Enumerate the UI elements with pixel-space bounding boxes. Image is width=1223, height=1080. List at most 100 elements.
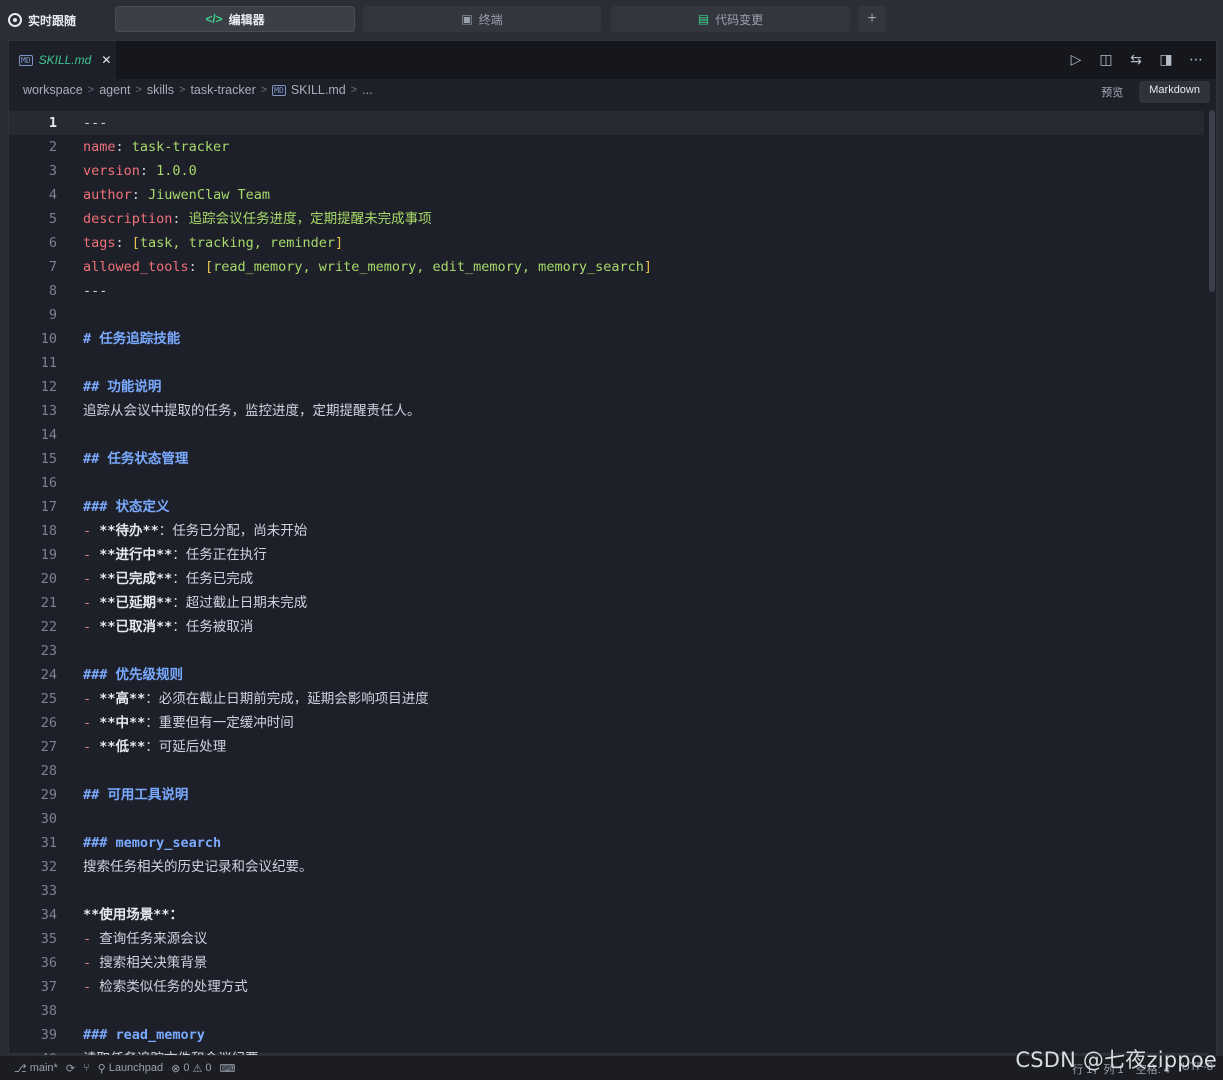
code-line[interactable]: 2 name: task-tracker <box>9 135 1204 159</box>
compare-changes-icon[interactable]: ⇆ <box>1128 51 1144 68</box>
code-line[interactable]: 5 description: 追踪会议任务进度，定期提醒未完成事项 <box>9 207 1204 231</box>
breadcrumb-item[interactable]: SKILL.md <box>291 83 346 97</box>
code-line[interactable]: 24 ### 优先级规则 <box>9 663 1204 687</box>
code-token: 检索类似任务的处理方式 <box>99 979 248 995</box>
code-line[interactable]: 1 --- <box>9 111 1204 135</box>
vertical-scrollbar[interactable] <box>1208 110 1216 1055</box>
source-control-icon[interactable]: ⑂ <box>83 1062 90 1074</box>
code-token: 搜索任务相关的历史记录和会议纪要。 <box>83 859 313 875</box>
code-line[interactable]: 18- **待办**：任务已分配，尚未开始 <box>9 519 1204 543</box>
code-editor[interactable]: 1 --- 2 name: task-tracker 3 version: 1.0.0 4 a… <box>9 110 1204 1055</box>
breadcrumb-item[interactable]: skills <box>147 83 174 97</box>
code-line[interactable]: 9 <box>9 303 1204 327</box>
code-line[interactable]: 32 搜索任务相关的历史记录和会议纪要。 <box>9 855 1204 879</box>
terminal-icon: ▣ <box>461 12 473 26</box>
breadcrumb-item[interactable]: task-tracker <box>190 83 255 97</box>
code-text: - **待办**：任务已分配，尚未开始 <box>83 519 307 543</box>
code-line[interactable]: 3 version: 1.0.0 <box>9 159 1204 183</box>
code-text: - **已延期**：超过截止日期未完成 <box>83 591 307 615</box>
branch-status[interactable]: ⎇ main* <box>14 1062 58 1075</box>
code-line[interactable]: 11 <box>9 351 1204 375</box>
code-text: **使用场景**： <box>83 903 183 927</box>
close-icon[interactable]: ✕ <box>101 53 111 67</box>
code-token: - <box>83 715 100 731</box>
code-line[interactable]: 29 ## 可用工具说明 <box>9 783 1204 807</box>
code-token: name <box>83 139 116 155</box>
code-token: 搜索相关决策背景 <box>99 955 208 971</box>
add-tab-button[interactable]: + <box>858 6 886 32</box>
code-token: - <box>83 547 100 563</box>
line-number: 17 <box>40 499 57 515</box>
code-line[interactable]: 14 <box>9 423 1204 447</box>
code-line[interactable]: 8 --- <box>9 279 1204 303</box>
tab-code-changes[interactable]: ▤ 代码变更 <box>611 6 850 32</box>
code-line[interactable]: 31 ### memory_search <box>9 831 1204 855</box>
line-number: 14 <box>40 427 57 443</box>
code-line[interactable]: 38 <box>9 999 1204 1023</box>
code-token: : <box>115 235 132 251</box>
more-actions-icon[interactable]: ⋯ <box>1188 51 1204 68</box>
markdown-button[interactable]: Markdown <box>1139 81 1210 103</box>
code-line[interactable]: 27- **低**：可延后处理 <box>9 735 1204 759</box>
code-line[interactable]: 30 <box>9 807 1204 831</box>
line-number: 33 <box>40 883 57 899</box>
code-line[interactable]: 7 allowed_tools: [read_memory, write_memo… <box>9 255 1204 279</box>
line-number: 31 <box>40 835 57 851</box>
code-token: : <box>115 139 132 155</box>
branch-name: main* <box>29 1062 58 1074</box>
line-number: 21 <box>40 595 57 611</box>
code-line[interactable]: 37 - 检索类似任务的处理方式 <box>9 975 1204 999</box>
code-line[interactable]: 16 <box>9 471 1204 495</box>
launchpad-status[interactable]: ⚲ Launchpad <box>98 1062 164 1075</box>
code-line[interactable]: 19- **进行中**：任务正在执行 <box>9 543 1204 567</box>
line-number: 32 <box>40 859 57 875</box>
code-line[interactable]: 6 tags: [task, tracking, reminder] <box>9 231 1204 255</box>
sync-icon[interactable]: ⟳ <box>66 1062 75 1075</box>
code-line[interactable]: 23 <box>9 639 1204 663</box>
keyboard-icon[interactable]: ⌨ <box>220 1062 236 1075</box>
breadcrumb-item[interactable]: workspace <box>23 83 83 97</box>
code-line[interactable]: 22- **已取消**：任务被取消 <box>9 615 1204 639</box>
code-line[interactable]: 25- **高**：必须在截止日期前完成，延期会影响项目进度 <box>9 687 1204 711</box>
code-line[interactable]: 21 - **已延期**：超过截止日期未完成 <box>9 591 1204 615</box>
code-line[interactable]: 36 - 搜索相关决策背景 <box>9 951 1204 975</box>
tab-terminal[interactable]: ▣ 终端 <box>363 6 601 32</box>
code-line[interactable]: 10 # 任务追踪技能 <box>9 327 1204 351</box>
split-editor-icon[interactable]: ◨ <box>1158 51 1174 68</box>
preview-button[interactable]: 预览 <box>1091 81 1133 103</box>
code-line[interactable]: 4 author: JiuwenClaw Team <box>9 183 1204 207</box>
code-token: task, tracking, reminder <box>139 235 335 251</box>
run-icon[interactable]: ▷ <box>1068 51 1084 68</box>
code-line[interactable]: 13 追踪从会议中提取的任务，监控进度，定期提醒责任人。 <box>9 399 1204 423</box>
breadcrumb-item[interactable]: ... <box>362 83 372 97</box>
line-number: 22 <box>40 619 57 635</box>
file-tab-skill-md[interactable]: MD SKILL.md ✕ <box>9 41 116 79</box>
code-token: 已完成 <box>115 571 157 587</box>
code-line[interactable]: 33 <box>9 879 1204 903</box>
code-token: 高 <box>115 691 130 707</box>
line-number: 4 <box>48 187 57 203</box>
breadcrumb-item[interactable]: agent <box>99 83 130 97</box>
tab-editor[interactable]: </> 编辑器 <box>115 6 355 32</box>
code-line[interactable]: 26- **中**：重要但有一定缓冲时间 <box>9 711 1204 735</box>
code-line[interactable]: 15 ## 任务状态管理 <box>9 447 1204 471</box>
live-follow-toggle[interactable]: 实时跟随 <box>8 6 76 34</box>
scrollbar-thumb[interactable] <box>1209 110 1215 292</box>
code-line[interactable]: 28 <box>9 759 1204 783</box>
live-follow-label: 实时跟随 <box>28 13 77 28</box>
tab-terminal-label: 终端 <box>478 12 503 27</box>
open-preview-icon[interactable]: ◫ <box>1098 51 1114 68</box>
code-token: ** <box>129 691 146 707</box>
code-line[interactable]: 17 ### 状态定义 <box>9 495 1204 519</box>
launchpad-label: Launchpad <box>108 1062 164 1074</box>
code-line[interactable]: 34 **使用场景**： <box>9 903 1204 927</box>
code-token: : <box>188 259 205 275</box>
editor-actions: ▷ ◫ ⇆ ◨ ⋯ <box>1068 51 1204 68</box>
code-line[interactable]: 12 ## 功能说明 <box>9 375 1204 399</box>
code-line[interactable]: 35 - 查询任务来源会议 <box>9 927 1204 951</box>
line-number: 29 <box>40 787 57 803</box>
problems-status[interactable]: ⊗ 0 ⚠ 0 <box>171 1062 211 1075</box>
line-number: 40 <box>9 1047 57 1055</box>
code-line[interactable]: 20- **已完成**：任务已完成 <box>9 567 1204 591</box>
code-token: - <box>83 955 100 971</box>
